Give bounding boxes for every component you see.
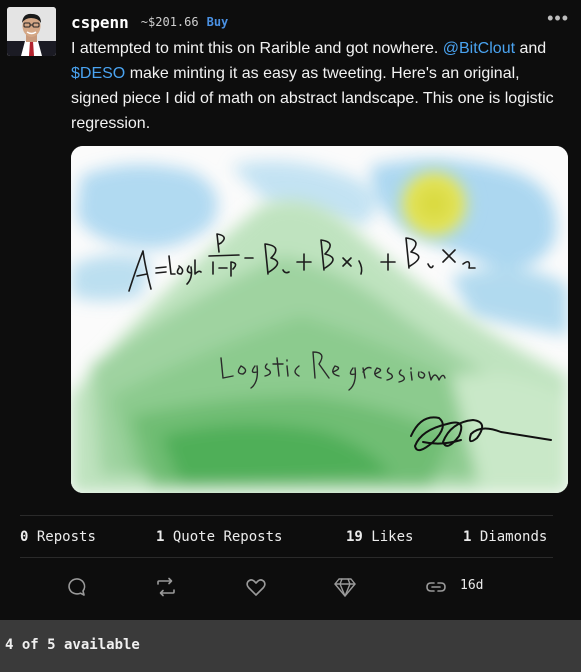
diamond-icon[interactable]	[333, 575, 357, 599]
quote-reposts-label: Quote Reposts	[172, 529, 283, 545]
divider	[20, 557, 553, 558]
likes-count: 19	[346, 529, 363, 545]
heart-icon[interactable]	[244, 575, 268, 599]
post-age: 16d	[460, 578, 484, 593]
availability-bar: 4 of 5 available	[0, 620, 581, 672]
post-image[interactable]	[71, 146, 568, 493]
username[interactable]: cspenn	[71, 13, 129, 32]
creator-coin-price: ~$201.66	[140, 15, 199, 29]
post-text-part: make minting it as easy as tweeting. Her…	[71, 65, 554, 132]
diamonds-count: 1	[463, 529, 472, 545]
avatar[interactable]	[7, 7, 56, 56]
post-header: cspenn ~$201.66 Buy	[71, 12, 228, 32]
mention-link[interactable]: @BitClout	[443, 40, 515, 57]
reposts-label: Reposts	[36, 529, 96, 545]
divider	[20, 515, 553, 516]
quote-reposts-stat[interactable]: 1 Quote Reposts	[156, 529, 282, 545]
repost-icon[interactable]	[154, 575, 178, 599]
quote-reposts-count: 1	[156, 529, 165, 545]
likes-label: Likes	[371, 529, 414, 545]
ticker-link[interactable]: $DESO	[71, 65, 125, 82]
reposts-stat[interactable]: 0 Reposts	[20, 529, 96, 545]
diamonds-stat[interactable]: 1 Diamonds	[463, 529, 547, 545]
reposts-count: 0	[20, 529, 29, 545]
buy-button[interactable]: Buy	[207, 15, 229, 29]
post-text-part: and	[515, 40, 547, 57]
diamonds-label: Diamonds	[479, 529, 548, 545]
link-icon[interactable]	[424, 575, 448, 599]
post-stats: 0 Reposts 1 Quote Reposts 19 Likes 1 Dia…	[20, 518, 560, 558]
post-text-part: I attempted to mint this on Rarible and …	[71, 40, 443, 57]
likes-stat[interactable]: 19 Likes	[346, 529, 413, 545]
more-options-icon[interactable]: •••	[547, 8, 569, 29]
comment-icon[interactable]	[64, 575, 88, 599]
post-body: I attempted to mint this on Rarible and …	[71, 36, 561, 136]
availability-text: 4 of 5 available	[5, 637, 140, 653]
post-actions: 16d	[0, 567, 581, 607]
